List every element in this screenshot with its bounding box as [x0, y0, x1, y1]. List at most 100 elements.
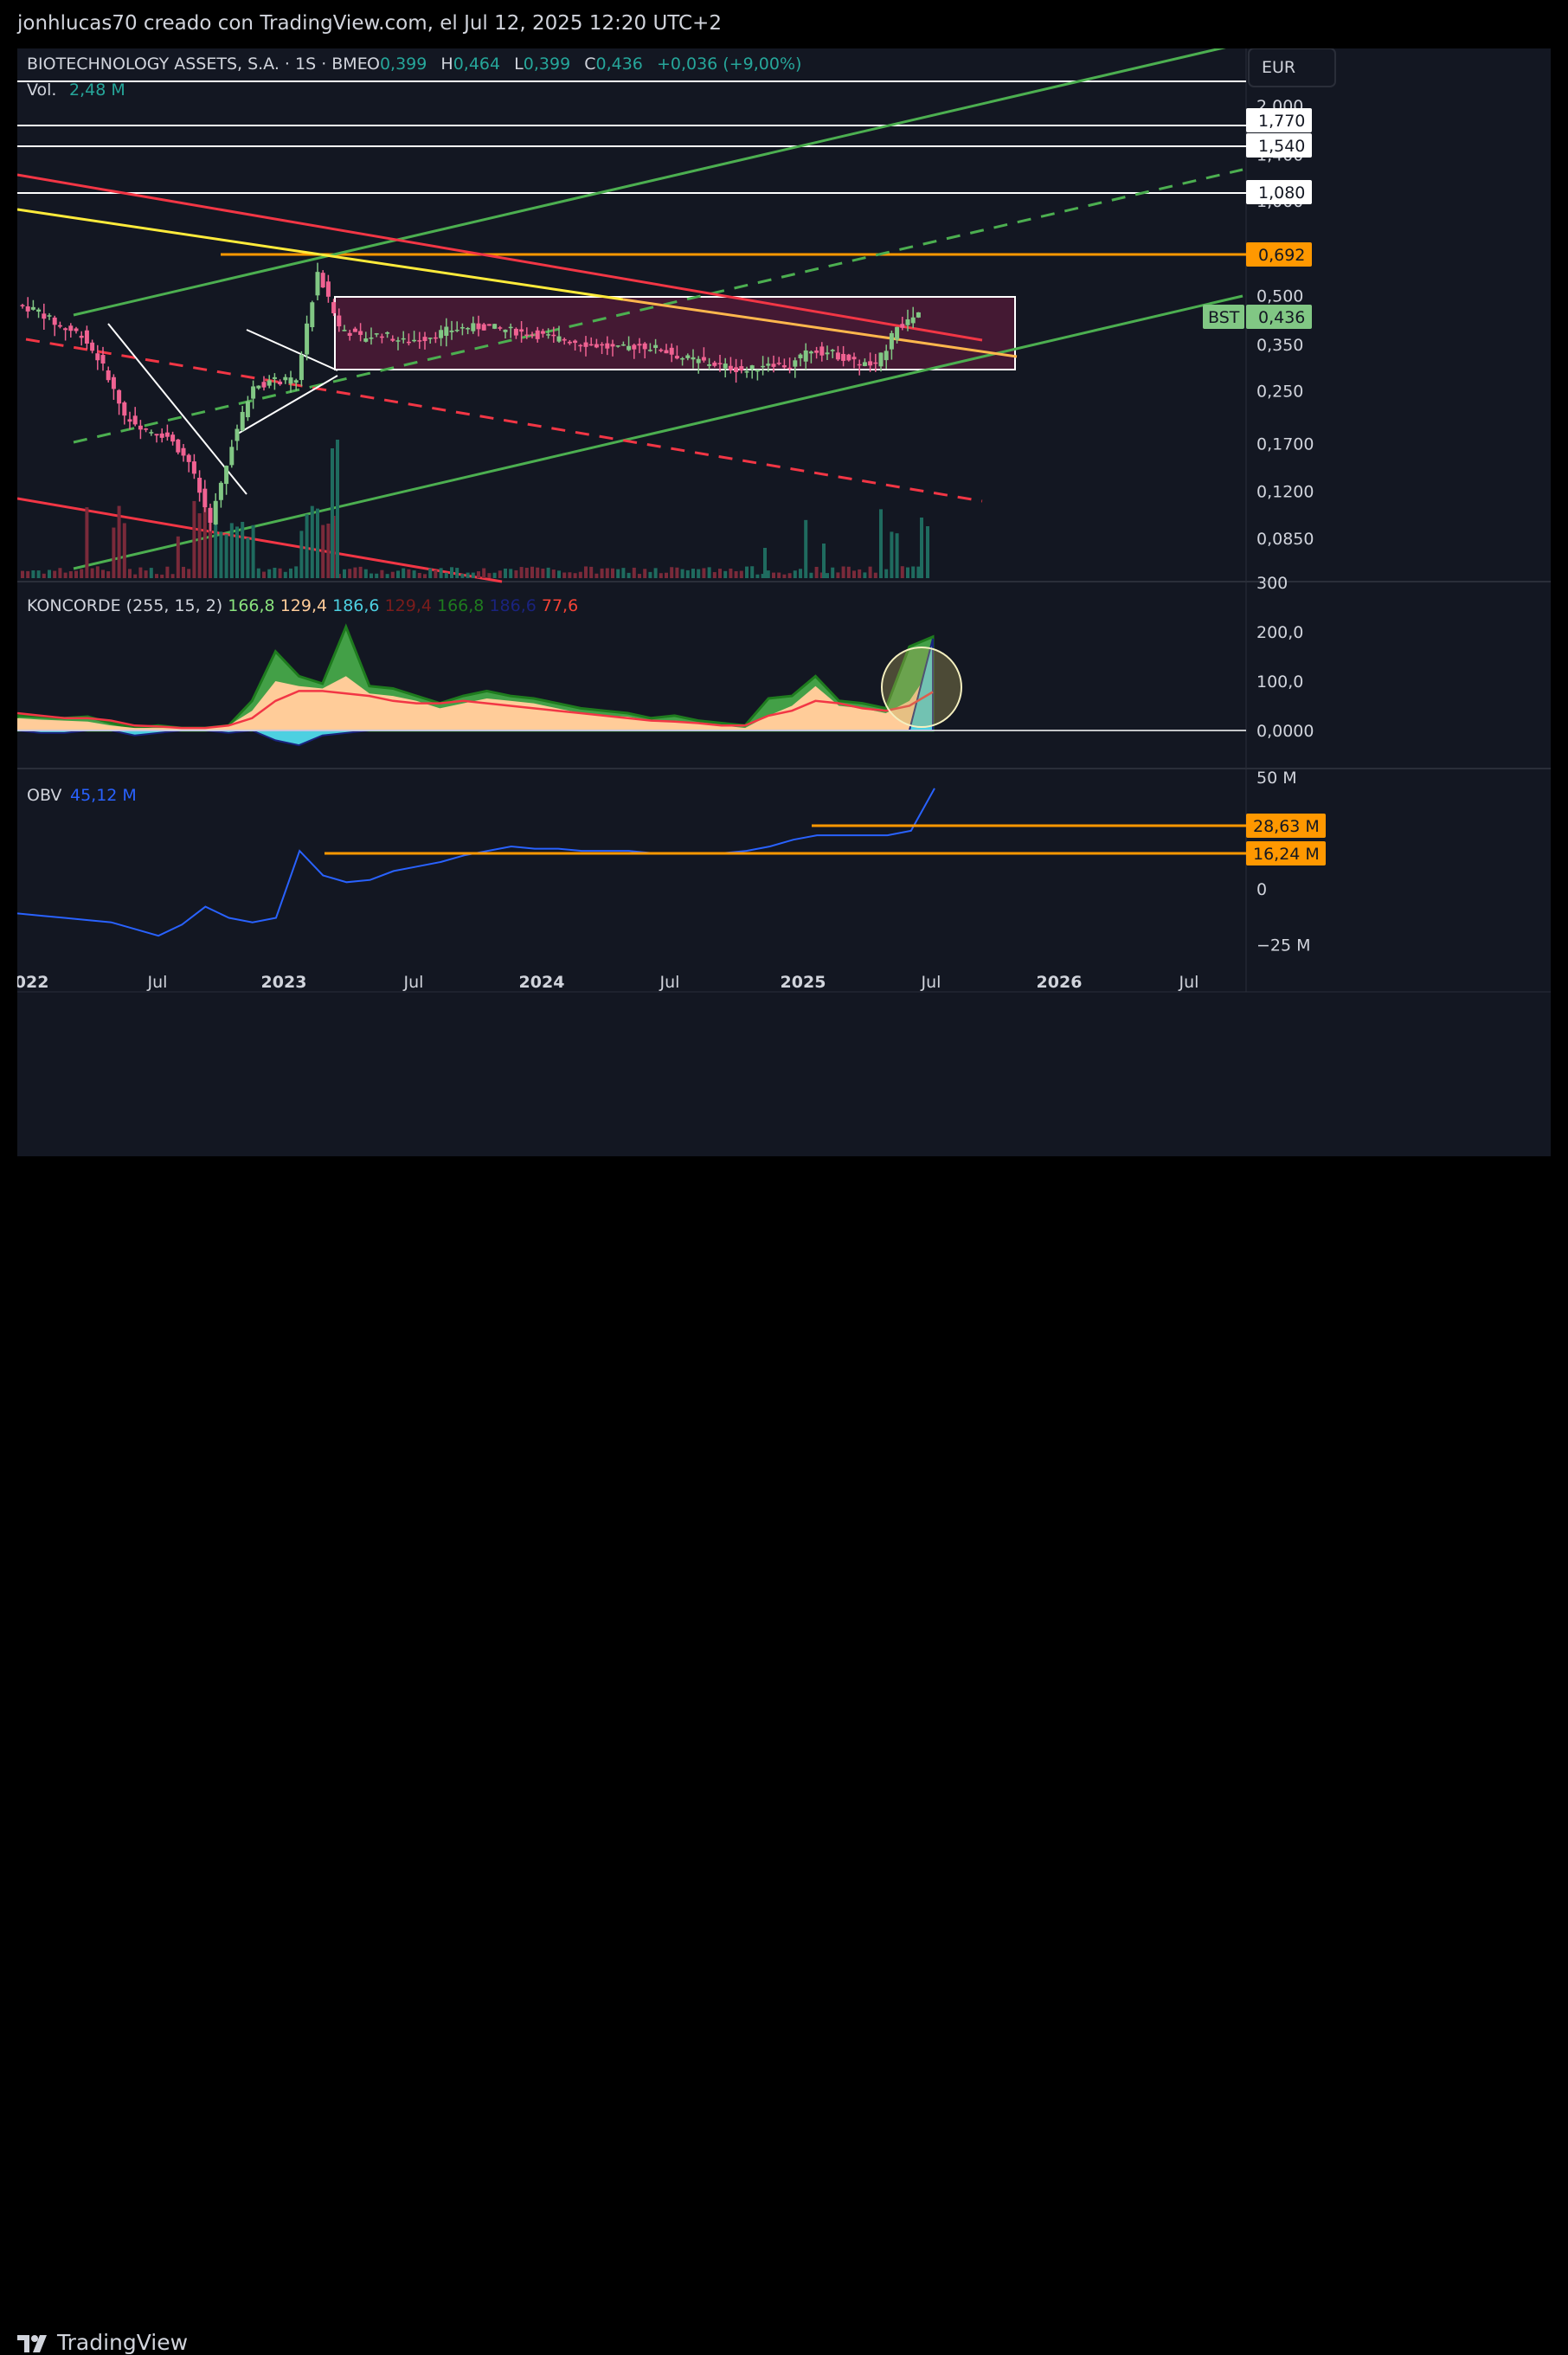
candle-body[interactable]: [369, 338, 374, 339]
candle-body[interactable]: [95, 353, 100, 361]
candle-body[interactable]: [164, 432, 170, 437]
candle-body[interactable]: [707, 364, 712, 366]
candle-body[interactable]: [261, 382, 267, 388]
candle-body[interactable]: [878, 352, 884, 367]
koncorde-legend[interactable]: KONCORDE (255, 15, 2) 166,8 129,4 186,6 …: [27, 596, 578, 615]
candle-body[interactable]: [610, 344, 615, 347]
candle-body[interactable]: [615, 345, 620, 347]
candle-body[interactable]: [84, 330, 89, 344]
candle-body[interactable]: [578, 344, 583, 347]
candle-body[interactable]: [620, 344, 626, 346]
candle-body[interactable]: [910, 317, 916, 324]
candle-body[interactable]: [106, 370, 111, 381]
candle-body[interactable]: [412, 339, 417, 342]
candle-body[interactable]: [325, 281, 331, 297]
candle-body[interactable]: [111, 376, 116, 389]
chart-svg[interactable]: BIOTECHNOLOGY ASSETS, S.A. · 1S · BME O0…: [17, 48, 1551, 1156]
candle-body[interactable]: [427, 338, 433, 339]
candle-body[interactable]: [191, 461, 196, 474]
candle-body[interactable]: [395, 340, 401, 342]
candle-body[interactable]: [546, 334, 551, 336]
candle-body[interactable]: [224, 466, 229, 485]
candle-body[interactable]: [122, 402, 127, 416]
candle-body[interactable]: [627, 345, 632, 351]
candle-body[interactable]: [352, 328, 357, 332]
candle-body[interactable]: [197, 477, 202, 493]
candle-body[interactable]: [481, 324, 486, 331]
candle-body[interactable]: [417, 340, 422, 342]
candle-body[interactable]: [905, 319, 910, 325]
koncorde-highlight-circle[interactable]: [881, 647, 962, 728]
candle-body[interactable]: [519, 329, 524, 332]
candle-body[interactable]: [213, 500, 218, 524]
candle-body[interactable]: [819, 346, 825, 356]
candle-body[interactable]: [374, 333, 379, 335]
candle-body[interactable]: [288, 377, 293, 384]
candle-body[interactable]: [637, 344, 642, 346]
candle-body[interactable]: [439, 330, 444, 338]
candle-body[interactable]: [433, 337, 438, 339]
candle-body[interactable]: [272, 376, 277, 379]
candle-body[interactable]: [498, 327, 503, 329]
candle-body[interactable]: [283, 376, 288, 381]
legend-symbol[interactable]: BIOTECHNOLOGY ASSETS, S.A. · 1S · BME: [27, 55, 368, 74]
candle-body[interactable]: [755, 370, 760, 372]
candle-body[interactable]: [540, 331, 545, 334]
candle-body[interactable]: [320, 273, 325, 288]
candle-body[interactable]: [723, 364, 728, 369]
candle-body[interactable]: [159, 433, 164, 438]
candle-body[interactable]: [20, 305, 25, 306]
candle-body[interactable]: [256, 385, 261, 389]
chart-frame[interactable]: BIOTECHNOLOGY ASSETS, S.A. · 1S · BME O0…: [17, 48, 1551, 1156]
candle-body[interactable]: [176, 439, 181, 453]
candle-body[interactable]: [79, 335, 84, 338]
candle-body[interactable]: [868, 361, 873, 366]
candle-body[interactable]: [240, 411, 245, 431]
candle-body[interactable]: [653, 344, 659, 348]
candle-body[interactable]: [825, 352, 830, 355]
candle-body[interactable]: [471, 323, 476, 331]
candle-body[interactable]: [556, 336, 562, 342]
candle-body[interactable]: [712, 362, 717, 366]
candle-body[interactable]: [310, 302, 315, 327]
candle-body[interactable]: [100, 355, 106, 364]
candle-body[interactable]: [594, 344, 599, 348]
candle-body[interactable]: [701, 357, 706, 361]
candle-body[interactable]: [744, 370, 749, 373]
candle-body[interactable]: [90, 342, 95, 351]
candle-body[interactable]: [588, 344, 594, 346]
candle-body[interactable]: [674, 356, 679, 359]
candle-body[interactable]: [401, 338, 406, 340]
candle-body[interactable]: [208, 507, 213, 523]
candle-body[interactable]: [68, 325, 74, 331]
candle-body[interactable]: [299, 355, 304, 381]
candle-body[interactable]: [57, 325, 62, 327]
candle-body[interactable]: [846, 354, 851, 361]
candle-body[interactable]: [669, 347, 674, 355]
candle-body[interactable]: [814, 351, 819, 353]
candle-body[interactable]: [632, 344, 637, 350]
candle-body[interactable]: [696, 358, 701, 364]
candle-body[interactable]: [74, 328, 79, 331]
candle-body[interactable]: [63, 328, 68, 331]
candle-body[interactable]: [642, 343, 647, 350]
candle-body[interactable]: [117, 389, 122, 404]
candle-body[interactable]: [293, 380, 299, 383]
candle-body[interactable]: [25, 306, 30, 312]
candle-body[interactable]: [444, 326, 449, 336]
candle-body[interactable]: [486, 324, 492, 326]
tradingview-logo[interactable]: TradingView: [17, 2330, 188, 2355]
candle-body[interactable]: [132, 415, 138, 425]
currency-button[interactable]: EUR: [1248, 48, 1336, 87]
candle-body[interactable]: [315, 272, 320, 296]
candle-body[interactable]: [685, 355, 691, 358]
candle-body[interactable]: [530, 334, 535, 336]
candle-body[interactable]: [422, 337, 427, 342]
candle-body[interactable]: [562, 338, 567, 341]
candle-body[interactable]: [803, 350, 808, 362]
candle-body[interactable]: [251, 386, 256, 399]
candle-body[interactable]: [476, 323, 481, 330]
candle-body[interactable]: [508, 326, 513, 329]
candle-body[interactable]: [149, 432, 154, 434]
candle-body[interactable]: [841, 353, 846, 361]
